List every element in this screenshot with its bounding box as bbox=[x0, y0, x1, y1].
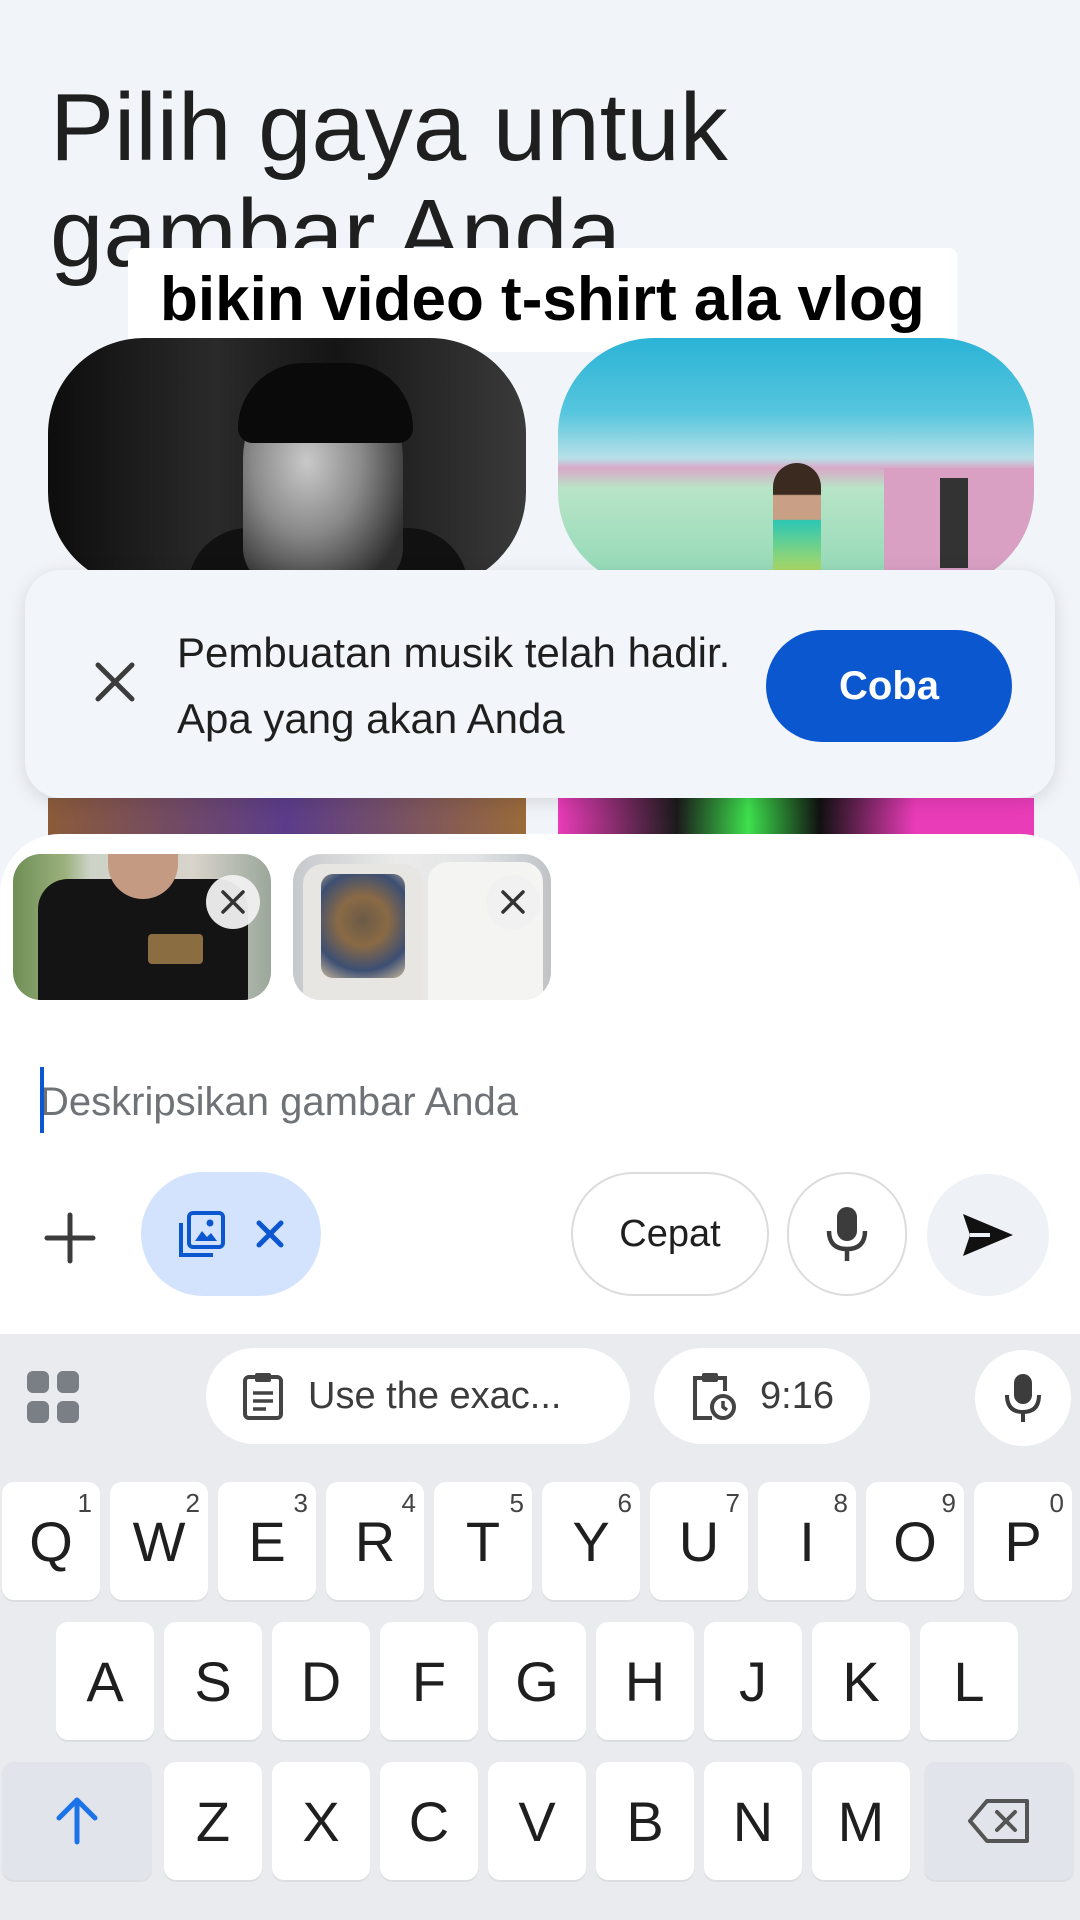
key-hint: 2 bbox=[185, 1488, 200, 1518]
key-y[interactable]: Y6 bbox=[542, 1482, 640, 1600]
key-s[interactable]: S bbox=[164, 1622, 262, 1740]
text-caret bbox=[40, 1067, 44, 1133]
speed-mode-button[interactable]: Cepat bbox=[571, 1172, 769, 1296]
clipboard-icon bbox=[243, 1373, 283, 1420]
music-announcement-banner: Pembuatan musik telah hadir. Apa yang ak… bbox=[25, 570, 1055, 798]
close-icon bbox=[501, 890, 525, 914]
key-v[interactable]: V bbox=[488, 1762, 586, 1880]
key-m[interactable]: M bbox=[812, 1762, 910, 1880]
key-h[interactable]: H bbox=[596, 1622, 694, 1740]
key-b[interactable]: B bbox=[596, 1762, 694, 1880]
key-x[interactable]: X bbox=[272, 1762, 370, 1880]
key-hint: 5 bbox=[509, 1488, 524, 1518]
key-t[interactable]: T5 bbox=[434, 1482, 532, 1600]
suggestion-label: Use the exac... bbox=[308, 1374, 562, 1417]
voice-input-button[interactable] bbox=[787, 1172, 907, 1296]
key-label: Y bbox=[572, 1509, 610, 1573]
apps-grid-icon[interactable] bbox=[25, 1369, 81, 1425]
key-g[interactable]: G bbox=[488, 1622, 586, 1740]
suggestion-label: 9:16 bbox=[760, 1374, 834, 1417]
send-icon bbox=[963, 1214, 1013, 1256]
clipboard-clock-icon bbox=[693, 1373, 736, 1420]
style-card-black-white[interactable] bbox=[48, 338, 526, 588]
attached-image-thumbnail[interactable] bbox=[13, 854, 271, 1000]
key-hint: 0 bbox=[1049, 1488, 1064, 1518]
key-hint: 7 bbox=[725, 1488, 740, 1518]
close-icon[interactable] bbox=[255, 1219, 285, 1249]
key-label: U bbox=[678, 1509, 720, 1573]
remove-attachment-button[interactable] bbox=[486, 875, 540, 929]
key-i[interactable]: I8 bbox=[758, 1482, 856, 1600]
key-hint: 4 bbox=[401, 1488, 416, 1518]
key-e[interactable]: E3 bbox=[218, 1482, 316, 1600]
key-z[interactable]: Z bbox=[164, 1762, 262, 1880]
key-u[interactable]: U7 bbox=[650, 1482, 748, 1600]
microphone-icon bbox=[826, 1207, 868, 1261]
shift-key[interactable] bbox=[2, 1762, 152, 1880]
key-k[interactable]: K bbox=[812, 1622, 910, 1740]
key-label: T bbox=[465, 1509, 501, 1573]
key-label: R bbox=[354, 1509, 396, 1573]
prompt-input[interactable] bbox=[40, 1062, 1040, 1142]
overlay-caption: bikin video t-shirt ala vlog bbox=[128, 248, 957, 352]
remove-attachment-button[interactable] bbox=[206, 875, 260, 929]
try-button[interactable]: Coba bbox=[766, 630, 1012, 742]
send-button[interactable] bbox=[927, 1174, 1049, 1296]
plus-icon bbox=[44, 1212, 96, 1264]
key-w[interactable]: W2 bbox=[110, 1482, 208, 1600]
image-mode-chip[interactable] bbox=[141, 1172, 321, 1296]
key-hint: 6 bbox=[617, 1488, 632, 1518]
style-card-pastel[interactable] bbox=[558, 338, 1034, 588]
key-hint: 1 bbox=[77, 1488, 92, 1518]
style-card-neon[interactable] bbox=[558, 798, 1034, 838]
attached-image-thumbnail[interactable] bbox=[293, 854, 551, 1000]
clipboard-suggestion[interactable]: 9:16 bbox=[654, 1348, 870, 1444]
key-f[interactable]: F bbox=[380, 1622, 478, 1740]
key-a[interactable]: A bbox=[56, 1622, 154, 1740]
key-l[interactable]: L bbox=[920, 1622, 1018, 1740]
key-label: W bbox=[132, 1509, 186, 1573]
shift-arrow-icon bbox=[56, 1797, 98, 1845]
key-hint: 8 bbox=[833, 1488, 848, 1518]
microphone-icon bbox=[1005, 1374, 1041, 1422]
keyboard-voice-button[interactable] bbox=[975, 1350, 1071, 1446]
banner-text: Pembuatan musik telah hadir. Apa yang ak… bbox=[177, 629, 731, 742]
key-q[interactable]: Q1 bbox=[2, 1482, 100, 1600]
backspace-key[interactable] bbox=[924, 1762, 1074, 1880]
key-r[interactable]: R4 bbox=[326, 1482, 424, 1600]
close-icon bbox=[221, 890, 245, 914]
banner-close-button[interactable] bbox=[85, 652, 145, 712]
key-o[interactable]: O9 bbox=[866, 1482, 964, 1600]
clipboard-suggestion[interactable]: Use the exac... bbox=[206, 1348, 630, 1444]
prompt-composer: Cepat bbox=[0, 834, 1080, 1334]
add-button[interactable] bbox=[38, 1206, 102, 1270]
key-label: Q bbox=[29, 1509, 73, 1573]
key-c[interactable]: C bbox=[380, 1762, 478, 1880]
key-hint: 9 bbox=[941, 1488, 956, 1518]
key-label: I bbox=[799, 1509, 815, 1573]
backspace-icon bbox=[968, 1799, 1029, 1843]
style-card-portrait[interactable] bbox=[48, 798, 526, 838]
image-library-icon bbox=[179, 1211, 225, 1257]
close-icon bbox=[95, 662, 135, 702]
key-hint: 3 bbox=[293, 1488, 308, 1518]
key-n[interactable]: N bbox=[704, 1762, 802, 1880]
key-p[interactable]: P0 bbox=[974, 1482, 1072, 1600]
key-label: E bbox=[248, 1509, 286, 1573]
key-d[interactable]: D bbox=[272, 1622, 370, 1740]
key-j[interactable]: J bbox=[704, 1622, 802, 1740]
on-screen-keyboard: Use the exac... 9:16 Q1 W2 E3 R4 T5 Y6 U… bbox=[0, 1334, 1080, 1920]
key-label: O bbox=[893, 1509, 937, 1573]
key-label: P bbox=[1004, 1509, 1042, 1573]
